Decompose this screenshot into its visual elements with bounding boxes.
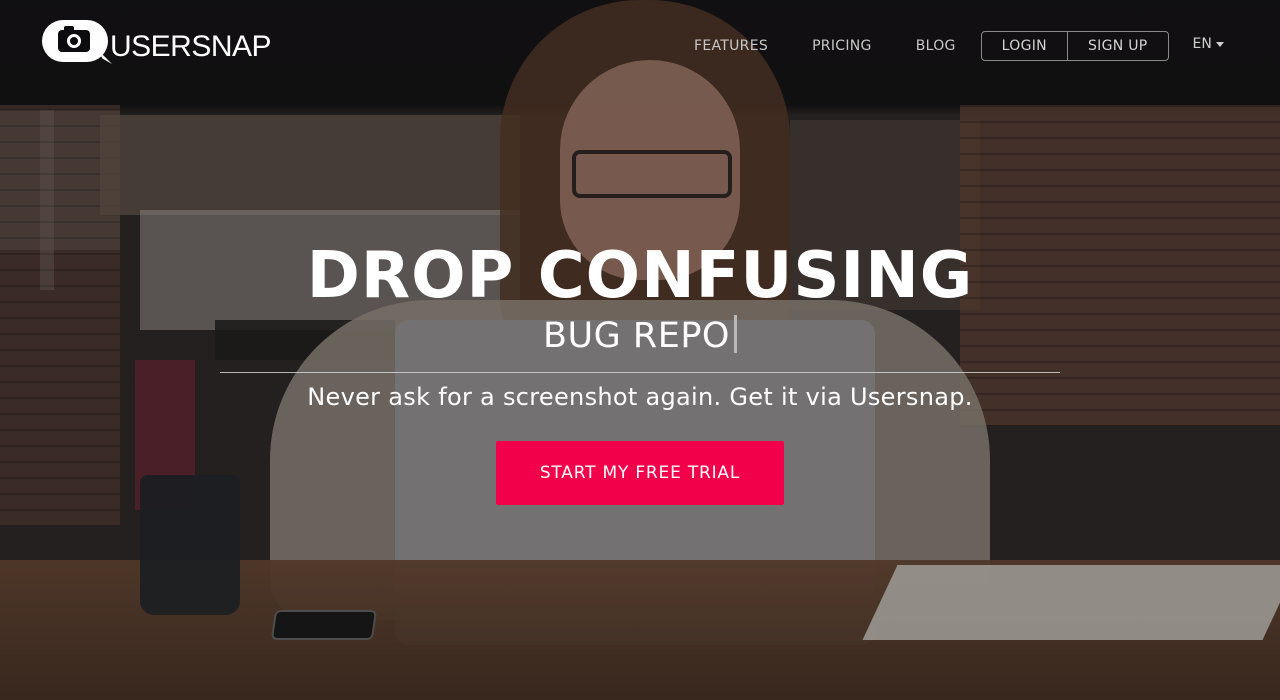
nav-link-blog[interactable]: BLOG — [894, 30, 978, 62]
brand-logo[interactable]: USERSNAP — [42, 18, 272, 64]
hero-tagline: Never ask for a screenshot again. Get it… — [307, 383, 973, 411]
hero-subheadline: BUG REPO — [0, 314, 1280, 358]
typing-cursor — [733, 315, 737, 353]
camera-icon — [58, 26, 90, 52]
typed-text: BUG REPO — [543, 316, 730, 356]
main-nav: FEATURES PRICING BLOG LOGIN SIGN UP EN — [672, 30, 1224, 62]
camera-speech-bubble-icon — [42, 20, 108, 62]
start-free-trial-button[interactable]: START MY FREE TRIAL — [496, 441, 784, 505]
nav-link-features[interactable]: FEATURES — [672, 30, 790, 62]
top-navbar: USERSNAP FEATURES PRICING BLOG LOGIN SIG… — [0, 0, 1280, 92]
language-selector[interactable]: EN — [1193, 36, 1224, 52]
caret-down-icon — [1215, 41, 1224, 47]
hero-divider — [220, 372, 1060, 373]
hero-headline: DROP CONFUSING — [306, 239, 974, 313]
language-label: EN — [1192, 36, 1212, 52]
signup-button[interactable]: SIGN UP — [1066, 32, 1168, 60]
login-button[interactable]: LOGIN — [982, 32, 1067, 60]
auth-button-group: LOGIN SIGN UP — [980, 31, 1169, 61]
brand-name: USERSNAP — [110, 30, 272, 63]
hero-section: USERSNAP FEATURES PRICING BLOG LOGIN SIG… — [0, 0, 1280, 700]
nav-link-pricing[interactable]: PRICING — [790, 30, 894, 62]
camera-lens — [67, 34, 81, 48]
